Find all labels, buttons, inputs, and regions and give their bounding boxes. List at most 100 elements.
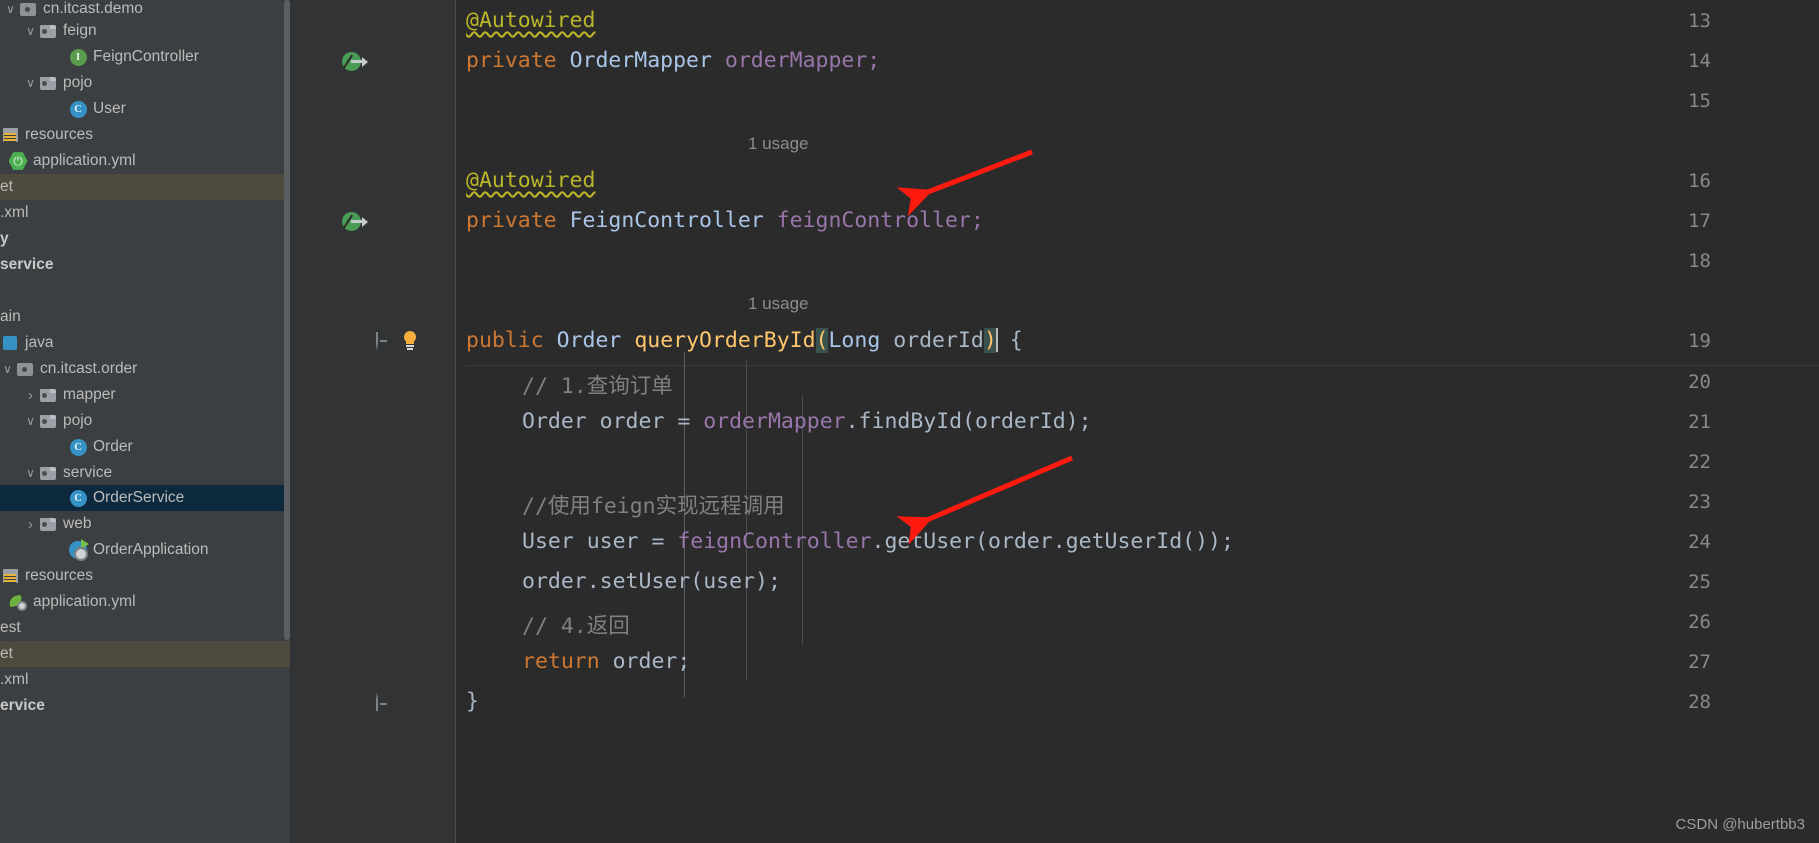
indent-guide xyxy=(746,360,747,680)
code-line-21[interactable]: Order order = orderMapper.findById(order… xyxy=(522,409,1092,434)
type-token: OrderMapper xyxy=(569,48,712,73)
tree-item-feigncontroller[interactable]: I FeignController xyxy=(0,44,290,70)
tree-item-label: .xml xyxy=(0,671,29,688)
tree-item-label: y xyxy=(0,230,9,247)
tree-item-label: et xyxy=(0,178,13,195)
tree-item-mapper[interactable]: mapper xyxy=(0,382,290,408)
tree-item-pojo[interactable]: pojo xyxy=(0,408,290,434)
tree-item-pojo[interactable]: pojo xyxy=(0,70,290,96)
line-number-18[interactable]: 18 xyxy=(1667,250,1711,272)
tree-item-label: resources xyxy=(25,126,94,143)
chevron-down-icon[interactable] xyxy=(23,415,38,428)
line-number-21[interactable]: 21 xyxy=(1667,411,1711,433)
fold-region-open-icon[interactable] xyxy=(376,332,387,351)
param-type-token: Long xyxy=(828,328,881,353)
keyword-token: private xyxy=(466,208,557,233)
project-tree-panel[interactable]: cn.itcast.demofeignIFeignControllerpojoC… xyxy=(0,0,290,843)
java-source-icon xyxy=(0,336,20,350)
tree-item-et[interactable]: et xyxy=(0,174,290,200)
tree-item-application-yml[interactable]: application.yml xyxy=(0,589,290,615)
code-line-23[interactable]: //使用feign实现远程调用 xyxy=(522,489,785,520)
chevron-right-icon[interactable] xyxy=(23,517,38,532)
code-line-28[interactable]: } xyxy=(466,689,479,714)
tree-item-xml[interactable]: .xml xyxy=(0,200,290,226)
method-call-token: .findById(orderId); xyxy=(845,409,1092,434)
code-line-13[interactable]: @Autowired xyxy=(466,8,595,33)
tree-item-label: service xyxy=(63,464,113,481)
tree-item-cn-itcast-order[interactable]: cn.itcast.order xyxy=(0,356,290,382)
tree-item-resources[interactable]: resources xyxy=(0,563,290,589)
tree-item-ervice[interactable]: ervice xyxy=(0,693,290,719)
line-number-13[interactable]: 13 xyxy=(1667,10,1711,32)
tree-item-ain[interactable]: ain xyxy=(0,304,290,330)
editor-gutter[interactable] xyxy=(290,0,456,843)
tree-item-y[interactable]: y xyxy=(0,226,290,252)
tree-item-feign[interactable]: feign xyxy=(0,18,290,44)
fold-region-close-icon[interactable] xyxy=(376,692,387,711)
tree-item-orderapplication[interactable]: OrderApplication xyxy=(0,537,290,563)
line-number-26[interactable]: 26 xyxy=(1667,611,1711,633)
method-call-token: .getUser(order.getUserId()); xyxy=(871,529,1234,554)
usage-hint[interactable]: 1 usage xyxy=(748,134,809,154)
line-number-16[interactable]: 16 xyxy=(1667,170,1711,192)
folder-icon xyxy=(38,414,58,428)
chevron-down-icon[interactable] xyxy=(23,25,38,38)
code-line-16[interactable]: @Autowired xyxy=(466,168,595,193)
line-number-24[interactable]: 24 xyxy=(1667,531,1711,553)
tree-item-order[interactable]: C Order xyxy=(0,434,290,460)
tree-item-user[interactable]: C User xyxy=(0,96,290,122)
code-line-24[interactable]: User user = feignController.getUser(orde… xyxy=(522,529,1234,554)
brace-token: { xyxy=(1009,328,1023,353)
tree-item-label: ain xyxy=(0,308,21,325)
chevron-down-icon[interactable] xyxy=(23,77,38,90)
code-line-19[interactable]: public Order queryOrderById(Long orderId… xyxy=(466,328,1023,353)
keyword-token: private xyxy=(466,48,557,73)
tree-item-est[interactable]: est xyxy=(0,615,290,641)
tree-item-application-yml[interactable]: application.yml xyxy=(0,148,290,174)
resources-icon xyxy=(0,569,20,583)
tree-item-label: OrderService xyxy=(93,489,185,506)
comment-token: //使用feign实现远程调用 xyxy=(522,494,785,519)
tree-item-java[interactable]: java xyxy=(0,330,290,356)
tree-item-label: Order xyxy=(93,438,133,455)
matched-paren-open: ( xyxy=(815,328,829,353)
line-number-20[interactable]: 20 xyxy=(1667,371,1711,393)
chevron-right-icon[interactable] xyxy=(23,388,38,403)
param-name-token: orderId xyxy=(893,328,984,353)
chevron-down-icon[interactable] xyxy=(3,3,18,16)
line-number-19[interactable]: 19 xyxy=(1667,330,1711,352)
line-number-25[interactable]: 25 xyxy=(1667,571,1711,593)
code-line-14[interactable]: private OrderMapper orderMapper; xyxy=(466,48,880,73)
chevron-down-icon[interactable] xyxy=(0,363,15,376)
tree-item-orderservice[interactable]: C OrderService xyxy=(0,485,290,511)
folder-icon xyxy=(38,517,58,531)
line-number-23[interactable]: 23 xyxy=(1667,491,1711,513)
line-number-14[interactable]: 14 xyxy=(1667,50,1711,72)
tree-item-xml[interactable]: .xml xyxy=(0,667,290,693)
tree-item-resources[interactable]: resources xyxy=(0,122,290,148)
code-line-25[interactable]: order.setUser(user); xyxy=(522,569,781,594)
usage-hint[interactable]: 1 usage xyxy=(748,294,809,314)
line-number-28[interactable]: 28 xyxy=(1667,691,1711,713)
code-line-17[interactable]: private FeignController feignController; xyxy=(466,208,984,233)
code-editor[interactable]: 13 14 15 16 17 18 19 20 21 22 23 24 25 26 27 28 1 usage… xyxy=(290,0,1819,843)
code-line-27[interactable]: return order; xyxy=(522,649,690,674)
method-name-token: queryOrderById xyxy=(634,328,816,353)
line-number-17[interactable]: 17 xyxy=(1667,210,1711,232)
tree-item-et[interactable]: et xyxy=(0,641,290,667)
code-line-20[interactable]: // 1.查询订单 xyxy=(522,369,673,400)
brace-token: } xyxy=(466,689,479,714)
tree-item-web[interactable]: web xyxy=(0,511,290,537)
tree-item-label: User xyxy=(93,100,126,117)
line-number-22[interactable]: 22 xyxy=(1667,451,1711,473)
statement-token: order; xyxy=(599,649,691,674)
tree-item-label: cn.itcast.demo xyxy=(43,0,143,17)
line-number-27[interactable]: 27 xyxy=(1667,651,1711,673)
tree-item-service[interactable]: service xyxy=(0,252,290,278)
line-number-15[interactable]: 15 xyxy=(1667,90,1711,112)
package-icon xyxy=(18,2,38,16)
code-line-26[interactable]: // 4.返回 xyxy=(522,609,630,640)
type-token: FeignController xyxy=(569,208,764,233)
tree-item-service[interactable]: service xyxy=(0,460,290,486)
chevron-down-icon[interactable] xyxy=(23,467,38,480)
